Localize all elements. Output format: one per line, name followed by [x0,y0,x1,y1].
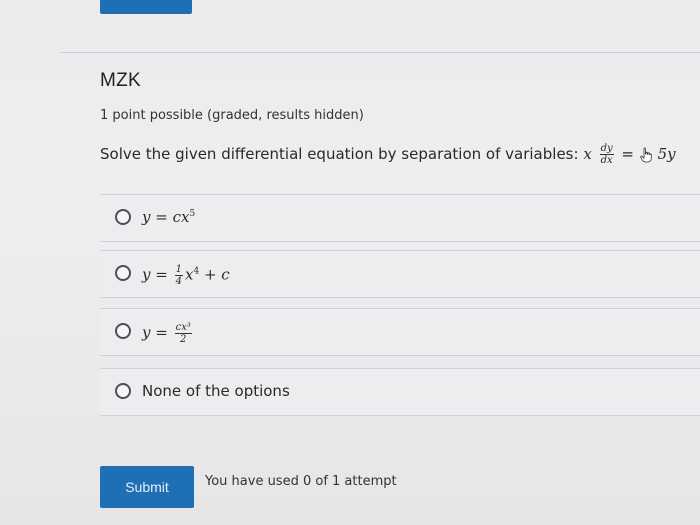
previous-button-stub[interactable] [100,0,192,14]
answer-option-2[interactable]: y = 1 4 x4 + c [100,250,700,298]
option-fraction: cx³ 2 [174,322,192,345]
answer-option-4[interactable]: None of the options [100,368,700,416]
attempts-status: You have used 0 of 1 attempt [205,474,397,489]
question-text: Solve the given differential equation by… [100,145,579,163]
option-exponent: 5 [189,209,196,219]
answer-option-3[interactable]: y = cx³ 2 [100,308,700,356]
equals-sign: = [621,145,634,163]
page: MZK 1 point possible (graded, results hi… [0,0,700,525]
option-label: None of the options [142,382,290,400]
answer-option-1[interactable]: y = cx5 [100,194,700,242]
option-expression: y = [142,265,168,284]
fraction-numerator: 1 [174,264,183,276]
radio-button-icon[interactable] [115,323,131,339]
problem-title: MZK [100,70,142,91]
radio-button-icon[interactable] [115,209,131,225]
option-label: y = cx³ 2 [142,322,194,345]
option-expression: y = [142,323,168,342]
derivative-denominator: dx [600,155,613,166]
problem-meta: 1 point possible (graded, results hidden… [100,108,364,123]
section-divider [60,52,700,53]
option-fraction: 1 4 [174,264,183,287]
fraction-denominator: 4 [175,276,182,287]
option-label: y = cx5 [142,208,195,226]
option-expression: y = cx [142,208,190,226]
radio-button-icon[interactable] [115,383,131,399]
fraction-denominator: 2 [180,334,187,345]
equation-derivative: dy dx [599,143,614,166]
radio-button-icon[interactable] [115,265,131,281]
derivative-numerator: dy [599,143,614,155]
option-label: y = 1 4 x4 + c [142,264,230,287]
option-constant: + c [199,265,230,284]
question-prompt: Solve the given differential equation by… [100,143,700,166]
equation-rhs: 5y [657,145,676,163]
submit-button[interactable]: Submit [100,466,194,508]
fraction-numerator: cx³ [174,322,192,334]
hand-pointer-cursor-icon [640,147,652,162]
equation-lhs: x [583,145,592,163]
